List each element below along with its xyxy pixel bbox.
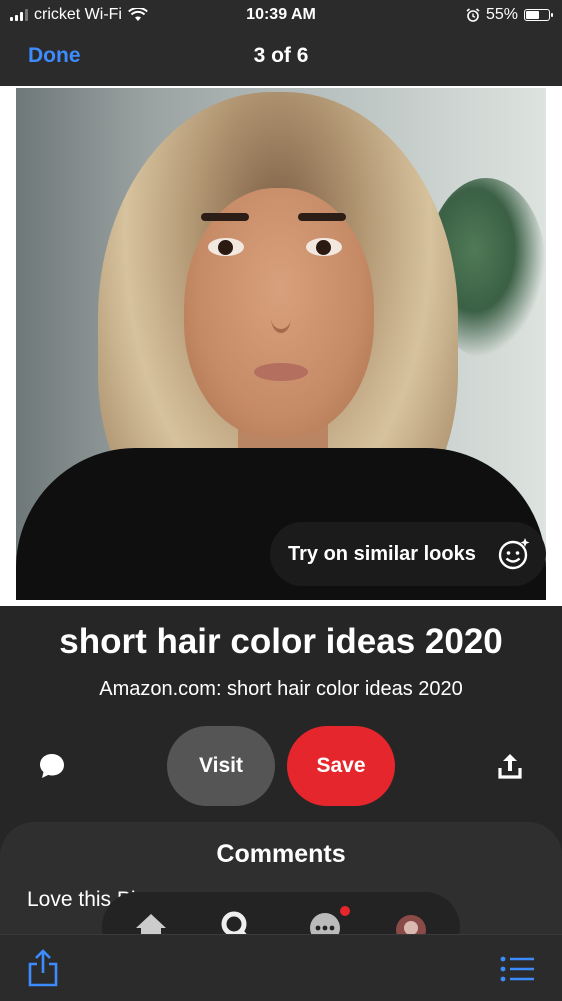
nav-bar: Done 3 of 6 xyxy=(0,30,562,86)
comments-heading: Comments xyxy=(216,840,346,868)
share-icon[interactable] xyxy=(494,750,526,782)
alarm-icon xyxy=(466,8,480,22)
action-row: Visit Save xyxy=(0,720,562,816)
bottom-toolbar xyxy=(0,934,562,1001)
left-eye xyxy=(208,238,244,256)
comment-icon[interactable] xyxy=(36,750,68,782)
status-right: 55% xyxy=(466,6,553,24)
page-counter: 3 of 6 xyxy=(253,44,309,67)
try-on-label: Try on similar looks xyxy=(288,542,476,565)
share-icon[interactable] xyxy=(26,949,60,987)
try-on-button[interactable]: Try on similar looks xyxy=(270,522,546,586)
left-brow xyxy=(201,213,249,221)
smiley-sparkle-icon xyxy=(498,538,530,570)
save-button[interactable]: Save xyxy=(287,726,395,806)
pin-source[interactable]: Amazon.com: short hair color ideas 2020 xyxy=(0,678,562,701)
pin-title: short hair color ideas 2020 xyxy=(59,622,503,661)
status-bar: cricket Wi-Fi 10:39 AM 55% xyxy=(0,0,562,30)
nose xyxy=(271,303,291,333)
right-brow xyxy=(298,213,346,221)
visit-button[interactable]: Visit xyxy=(167,726,275,806)
notification-dot xyxy=(340,906,350,916)
right-eye xyxy=(306,238,342,256)
battery-percent: 55% xyxy=(485,6,518,23)
battery-fill xyxy=(526,11,540,19)
pin-image-frame: Try on similar looks xyxy=(0,86,562,606)
battery-icon xyxy=(524,9,553,21)
list-icon[interactable] xyxy=(500,955,534,983)
lips xyxy=(254,363,308,381)
